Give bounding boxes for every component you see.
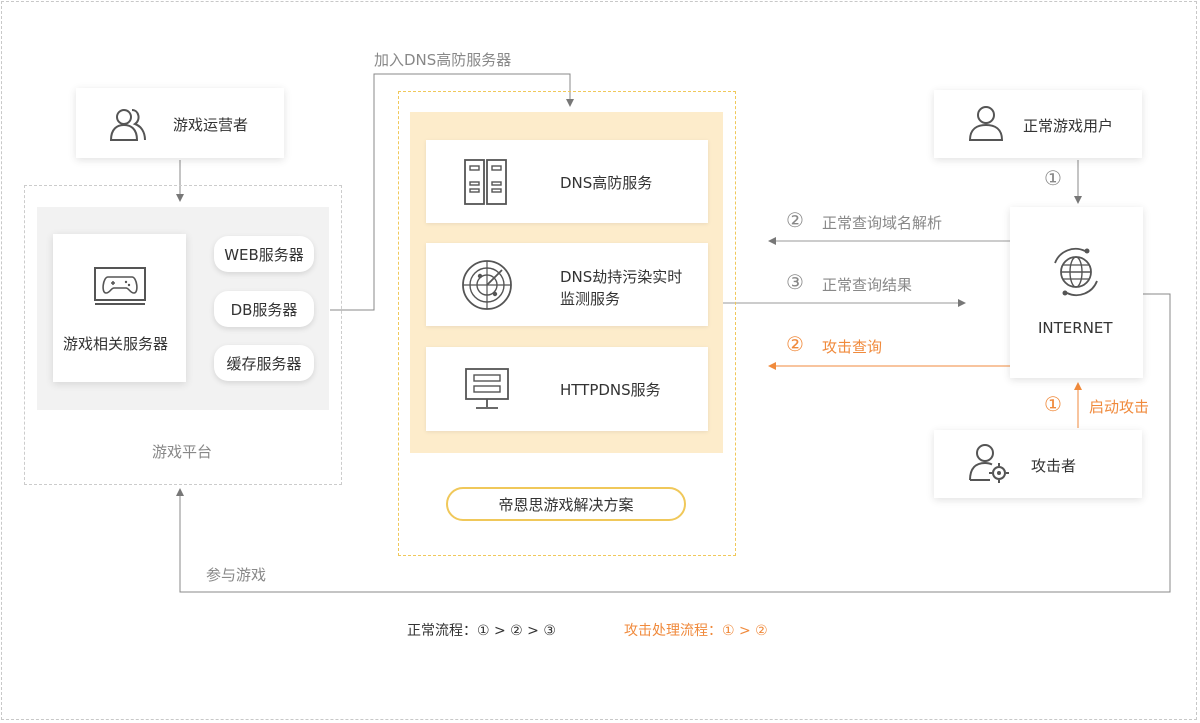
cache-server-label: 缓存服务器 [226, 354, 302, 373]
dns-monitor-card: DNS劫持污染实时 监测服务 [426, 243, 708, 326]
attack-step2-badge: ② [786, 332, 804, 356]
user-card: 正常游戏用户 [934, 90, 1142, 158]
db-server-pill: DB服务器 [214, 291, 314, 327]
user-icon [968, 106, 1004, 141]
internet-card: INTERNET [1010, 207, 1143, 378]
attack-step2-label: 攻击查询 [822, 338, 883, 356]
operator-label: 游戏运营者 [173, 116, 249, 134]
attack-step1-badge: ① [1044, 392, 1062, 416]
server-rack-icon [464, 159, 507, 205]
solution-title: 帝恩思游戏解决方案 [498, 495, 634, 514]
step3-label: 正常查询结果 [822, 276, 913, 294]
legend-attack: 攻击处理流程：① > ② [624, 623, 768, 639]
step2-badge: ② [786, 208, 804, 232]
db-server-label: DB服务器 [230, 300, 298, 319]
user-label: 正常游戏用户 [1023, 117, 1114, 135]
dns-monitor-label-line2: 监测服务 [560, 290, 621, 308]
step3-badge: ③ [786, 270, 804, 294]
game-server-card: 游戏相关服务器 [53, 234, 186, 382]
solution-title-badge: 帝恩思游戏解决方案 [446, 487, 686, 521]
platform-title: 游戏平台 [152, 443, 213, 461]
httpdns-label: HTTPDNS服务 [560, 381, 661, 399]
monitor-list-icon [465, 368, 509, 409]
legend-normal: 正常流程：① > ② > ③ [407, 623, 556, 639]
dns-monitor-label-line1: DNS劫持污染实时 [560, 268, 683, 286]
dns-defense-label: DNS高防服务 [560, 174, 653, 192]
web-server-label: WEB服务器 [224, 245, 304, 264]
play-game-label: 参与游戏 [206, 566, 267, 584]
step2-label: 正常查询域名解析 [822, 214, 943, 232]
httpdns-card: HTTPDNS服务 [426, 347, 708, 431]
web-server-pill: WEB服务器 [214, 236, 314, 272]
gamepad-icon [94, 267, 146, 305]
users-icon [109, 109, 146, 141]
attack-step1-label: 启动攻击 [1089, 398, 1150, 416]
attacker-label: 攻击者 [1031, 457, 1077, 475]
attacker-card: 攻击者 [934, 430, 1142, 498]
dns-defense-card: DNS高防服务 [426, 140, 708, 223]
attacker-gear-icon [969, 444, 1009, 483]
globe-icon [1054, 247, 1098, 297]
internet-label: INTERNET [1038, 319, 1113, 337]
join-dns-label: 加入DNS高防服务器 [374, 51, 512, 69]
game-server-label: 游戏相关服务器 [63, 335, 169, 353]
step1-user-badge: ① [1044, 166, 1062, 190]
operator-card: 游戏运营者 [76, 88, 284, 158]
radar-icon [462, 260, 512, 310]
cache-server-pill: 缓存服务器 [214, 345, 314, 381]
